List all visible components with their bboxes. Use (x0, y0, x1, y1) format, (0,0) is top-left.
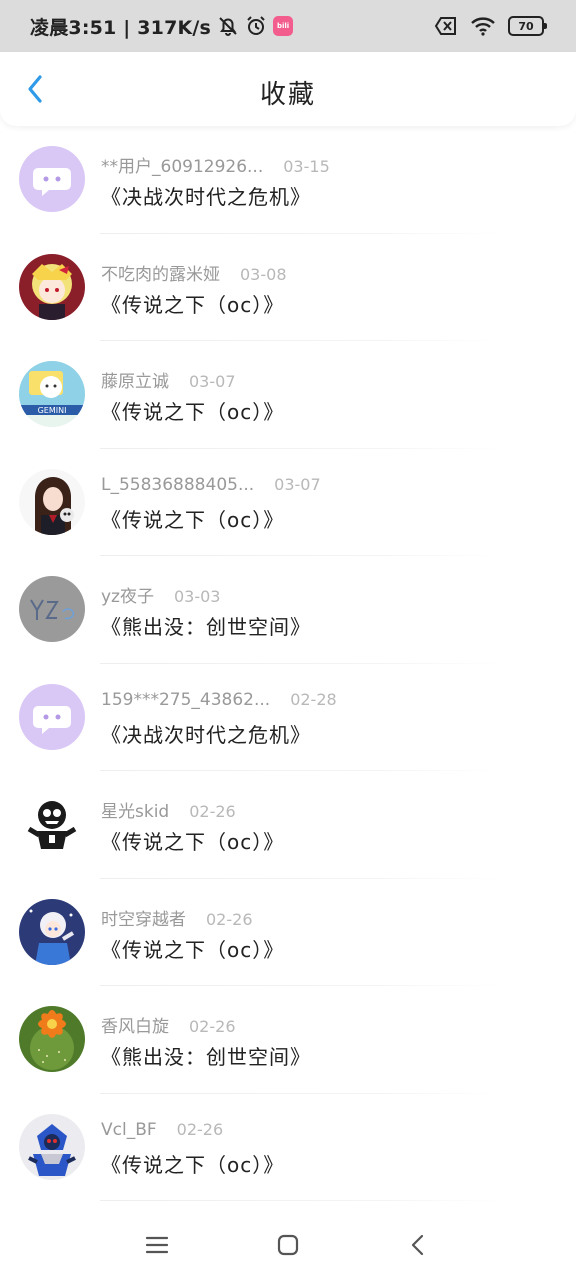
home-button[interactable] (271, 1228, 305, 1262)
list-item[interactable]: **用户_60912926... 03-15 《决战次时代之危机》 (0, 126, 576, 234)
home-square-icon (277, 1234, 299, 1256)
username: yz夜子 (101, 587, 154, 607)
avatar[interactable] (19, 791, 85, 857)
username: 藤原立诚 (101, 372, 169, 392)
work-title[interactable]: 《传说之下（oc）》 (101, 289, 284, 318)
list-item[interactable]: L_55836888405... 03-07 《传说之下（oc）》 (0, 449, 576, 556)
list-item[interactable]: Vcl_BF 02-26 《传说之下（oc）》 (0, 1094, 576, 1201)
date: 02-26 (176, 1119, 224, 1139)
list-item[interactable]: yz夜子 03-03 《熊出没：创世空间》 (0, 556, 576, 664)
date: 02-26 (189, 802, 236, 821)
status-time: 凌晨3:51 | 317K/s (30, 16, 212, 39)
avatar[interactable] (19, 898, 85, 965)
username: 香风白旋 (101, 1017, 169, 1037)
date: 03-07 (274, 474, 321, 494)
date: 03-15 (283, 157, 330, 176)
work-title[interactable]: 《熊出没：创世空间》 (101, 1041, 311, 1070)
back-triangle-icon (411, 1234, 424, 1256)
work-title[interactable]: 《决战次时代之危机》 (101, 719, 311, 748)
status-bar: 凌晨3:51 | 317K/s bili 70 (0, 0, 576, 52)
page-title: 收藏 (259, 80, 316, 110)
sim-x-icon (434, 16, 458, 36)
username: **用户_60912926... (101, 157, 264, 177)
date: 03-03 (173, 587, 221, 606)
username: 159***275_43862... (101, 689, 271, 710)
work-title[interactable]: 《传说之下（oc）》 (101, 934, 284, 963)
username: 星光skid (101, 802, 170, 822)
date: 02-26 (206, 909, 253, 929)
avatar[interactable] (19, 1006, 85, 1072)
header: 收藏 (0, 52, 576, 126)
date: 03-08 (240, 264, 287, 284)
list-item[interactable]: 星光skid 02-26 《传说之下（oc）》 (0, 771, 576, 879)
alarm-icon (245, 15, 267, 37)
list-item[interactable]: 不吃肉的露米娅 03-08 《传说之下（oc）》 (0, 234, 576, 341)
date: 02-28 (290, 689, 337, 709)
username: 时空穿越者 (101, 909, 186, 930)
menu-icon (145, 1236, 169, 1254)
username: Vcl_BF (101, 1119, 157, 1140)
avatar[interactable]: GEMINI (19, 361, 85, 427)
work-title[interactable]: 《传说之下（oc）》 (101, 504, 284, 533)
mute-bell-icon (217, 15, 239, 37)
wifi-icon (470, 16, 496, 36)
work-title[interactable]: 《传说之下（oc）》 (101, 396, 284, 425)
avatar[interactable] (19, 146, 85, 212)
system-back-button[interactable] (401, 1228, 435, 1262)
avatar[interactable] (19, 253, 85, 320)
username: 不吃肉的露米娅 (101, 264, 220, 285)
system-nav-bar (0, 1210, 576, 1280)
work-title[interactable]: 《熊出没：创世空间》 (101, 611, 311, 640)
date: 02-26 (189, 1017, 236, 1036)
work-title[interactable]: 《传说之下（oc）》 (101, 1149, 284, 1178)
favorites-list: **用户_60912926... 03-15 《决战次时代之危机》 不吃肉的露米… (0, 126, 576, 1201)
work-title[interactable]: 《传说之下（oc）》 (101, 826, 284, 855)
battery-icon: 70 (508, 16, 547, 36)
list-item[interactable]: 香风白旋 02-26 《熊出没：创世空间》 (0, 986, 576, 1094)
username: L_55836888405... (101, 474, 255, 495)
avatar[interactable] (19, 468, 85, 535)
avatar[interactable] (19, 683, 85, 750)
list-item[interactable]: 159***275_43862... 02-28 《决战次时代之危机》 (0, 664, 576, 771)
avatar[interactable] (19, 576, 85, 642)
list-item[interactable]: 时空穿越者 02-26 《传说之下（oc）》 (0, 879, 576, 986)
divider (100, 1200, 500, 1201)
work-title[interactable]: 《决战次时代之危机》 (101, 181, 311, 210)
avatar[interactable] (19, 1113, 85, 1180)
recent-apps-button[interactable] (140, 1228, 174, 1262)
date: 03-07 (189, 372, 236, 391)
list-item[interactable]: GEMINI 藤原立诚 03-07 《传说之下（oc）》 (0, 341, 576, 449)
svg-text:GEMINI: GEMINI (38, 406, 67, 415)
bilibili-app-icon: bili (273, 16, 294, 36)
